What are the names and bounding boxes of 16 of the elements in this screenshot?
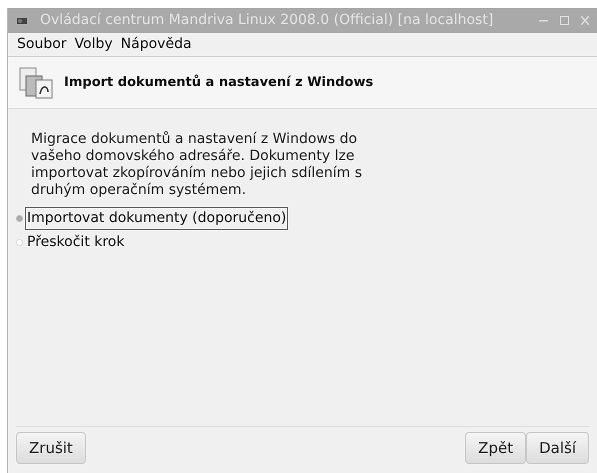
back-button[interactable]: Zpět xyxy=(465,432,526,464)
description-text: Migrace dokumentů a nastavení z Windows do vašeho domovského adresáře. Dokumenty lze importovat zkopírováním nebo jejich sdílením s druhým operačním systémem. xyxy=(30,131,364,199)
cancel-button[interactable]: Zrušit xyxy=(16,432,86,464)
menu-item[interactable]: Soubor xyxy=(17,34,67,55)
close-icon[interactable] xyxy=(581,16,589,25)
app-icon xyxy=(16,16,28,26)
window-title: Ovládací centrum Mandriva Linux 2008.0 (Official) [na localhost] xyxy=(40,11,494,30)
menu-item[interactable]: Volby xyxy=(74,34,113,55)
menu-item[interactable]: Nápověda xyxy=(120,34,192,55)
page-heading: Import dokumentů a nastavení z Windows xyxy=(64,74,374,92)
radio-button[interactable] xyxy=(16,239,23,246)
radio-label[interactable]: Přeskočit krok xyxy=(25,231,126,254)
radio-label[interactable]: Importovat dokumenty (doporučeno) xyxy=(25,207,288,230)
maximize-icon[interactable] xyxy=(560,16,569,25)
radio-button[interactable] xyxy=(16,215,23,222)
next-button[interactable]: Další xyxy=(526,432,589,464)
